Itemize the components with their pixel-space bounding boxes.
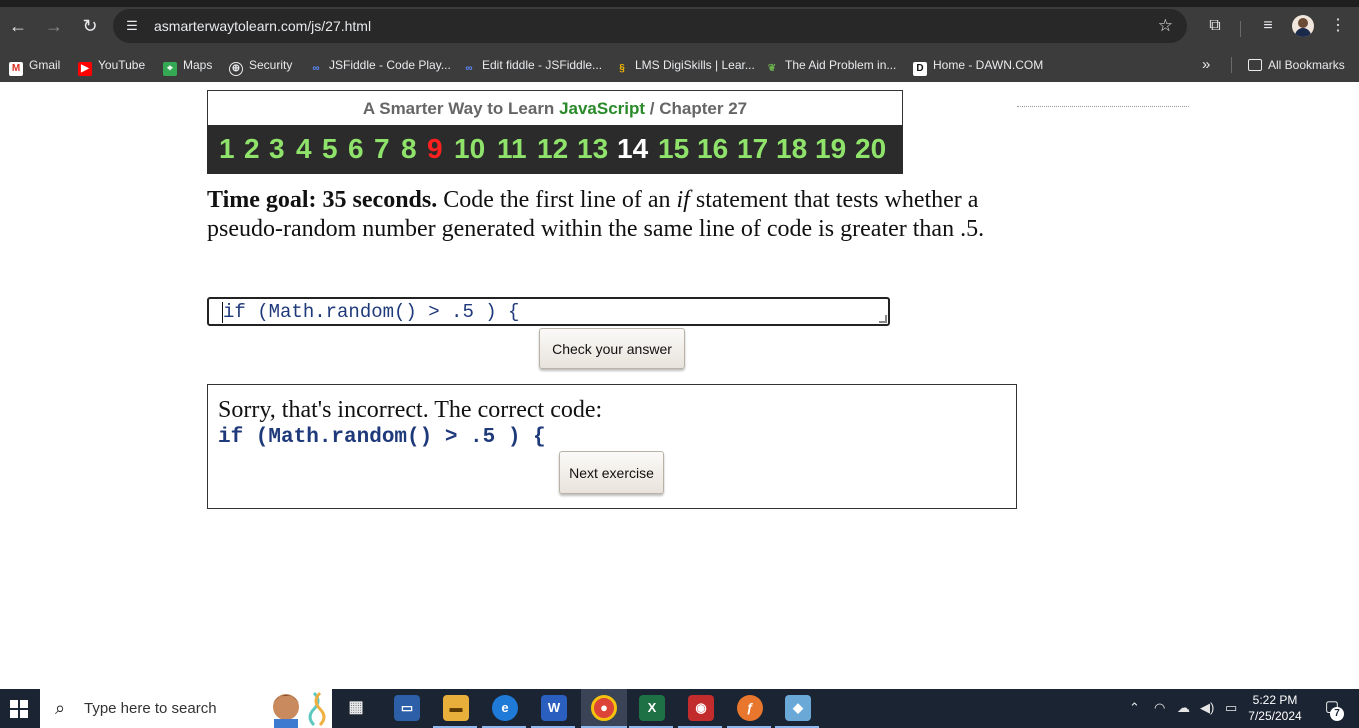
bookmark-security[interactable]: ⊕ Security [229,56,292,76]
jsfiddle-icon: ∞ [465,63,473,74]
clock[interactable]: 5:22 PM 7/25/2024 [1240,692,1310,724]
chapter-link-8[interactable]: 8 [401,133,417,165]
answer-input[interactable]: if (Math.random() > .5 ) { [207,297,890,326]
address-bar[interactable]: ☰ asmarterwaytolearn.com/js/27.html ☆ [113,9,1187,43]
reload-icon[interactable]: ↻ [78,14,102,38]
leaf-icon: ❦ [767,63,777,74]
search-icon: ⌕ [55,698,66,718]
chapter-link-19[interactable]: 19 [815,133,846,165]
chapter-link-10[interactable]: 10 [454,133,485,165]
firefox-icon[interactable]: ƒ [737,695,763,721]
search-placeholder[interactable]: Type here to search [84,699,217,719]
back-arrow-icon[interactable]: ← [6,14,30,38]
chapter-navigation: 1 2 3 4 5 6 7 8 9 10 11 12 13 14 15 16 17 18 19 20 [207,125,903,174]
bookmark-aid-problem[interactable]: ❦ The Aid Problem in... [765,56,897,74]
volume-icon[interactable]: ◀) [1200,699,1214,717]
bookmark-dawn[interactable]: D Home - DAWN.COM [913,56,1043,76]
bookmark-star-icon[interactable]: ☆ [1158,15,1173,37]
task-view-icon[interactable]: ▦ [343,695,369,721]
edge-icon[interactable]: e [492,695,518,721]
chapter-link-20[interactable]: 20 [855,133,886,165]
search-highlight-illustration-icon [273,691,326,728]
dawn-icon: D [913,62,927,76]
bookmarks-divider [1231,57,1232,73]
bookmark-maps[interactable]: ⌖ Maps [163,56,212,76]
chapter-link-13[interactable]: 13 [577,133,608,165]
bookmark-edit-fiddle[interactable]: ∞ Edit fiddle - JSFiddle... [462,56,602,74]
next-exercise-button[interactable]: Next exercise [559,451,664,494]
toolbar-divider [1240,21,1241,37]
taskbar-search[interactable]: ⌕ Type here to search [40,689,332,728]
chapter-link-12[interactable]: 12 [537,133,568,165]
digiskills-icon: § [619,63,625,74]
bookmark-youtube[interactable]: ▶ YouTube [78,56,145,76]
folder-icon [1248,59,1262,71]
chapter-link-15[interactable]: 15 [658,133,689,165]
chapter-link-16[interactable]: 16 [697,133,728,165]
chapter-link-3[interactable]: 3 [269,133,285,165]
chapter-link-9[interactable]: 9 [427,133,443,165]
chapter-link-5[interactable]: 5 [322,133,338,165]
notification-count-badge: 7 [1330,707,1344,721]
chapter-link-14[interactable]: 14 [617,133,648,165]
exercise-instructions: Time goal: 35 seconds. Code the first li… [207,187,985,242]
youtube-icon: ▶ [78,62,92,76]
more-bookmarks-button[interactable]: » [1202,56,1210,74]
notes-app-icon[interactable]: ◆ [785,695,811,721]
chapter-link-17[interactable]: 17 [737,133,768,165]
all-bookmarks-button[interactable]: All Bookmarks [1248,56,1345,74]
bookmark-digiskills[interactable]: § LMS DigiSkills | Lear... [615,56,755,74]
file-explorer-icon[interactable]: ▬ [443,695,469,721]
resize-grip-icon[interactable] [879,315,887,323]
bookmark-gmail[interactable]: M Gmail [9,56,60,76]
browser-toolbar: ← → ↻ ☰ asmarterwaytolearn.com/js/27.htm… [0,0,1359,48]
chapter-link-7[interactable]: 7 [374,133,390,165]
extensions-icon[interactable]: ⧉ [1203,14,1227,38]
javascript-link[interactable]: JavaScript [559,99,645,118]
text-caret [222,302,223,323]
chapter-link-1[interactable]: 1 [219,133,235,165]
chapter-link-4[interactable]: 4 [296,133,312,165]
maps-icon: ⌖ [163,62,177,76]
windows-taskbar: ⌕ Type here to search ▦ ▭ ▬ e W ● X ◉ ƒ … [0,689,1359,728]
excel-icon[interactable]: X [639,695,665,721]
chevron-up-icon[interactable]: ⌃ [1129,699,1140,717]
page-title: A Smarter Way to Learn JavaScript / Chap… [207,90,903,125]
chapter-link-2[interactable]: 2 [244,133,260,165]
answer-input-value[interactable]: if (Math.random() > .5 ) { [223,301,519,323]
decorative-dotted-line [1017,106,1189,107]
site-info-icon[interactable]: ☰ [123,17,141,35]
chapter-link-18[interactable]: 18 [776,133,807,165]
globe-icon: ⊕ [229,62,243,76]
battery-icon[interactable]: ▭ [1225,699,1237,717]
chapter-link-11[interactable]: 11 [497,133,527,165]
chapter-link-6[interactable]: 6 [348,133,364,165]
network-icon[interactable]: ◠ [1154,699,1165,717]
profile-avatar[interactable] [1292,15,1314,37]
feedback-message: Sorry, that's incorrect. The correct cod… [218,397,603,423]
reading-list-icon[interactable]: ≡ [1256,14,1280,38]
windows-start-icon[interactable] [10,700,28,718]
gmail-icon: M [9,62,23,76]
correct-code: if (Math.random() > .5 ) { [218,426,546,449]
menu-kebab-icon[interactable]: ⋮ [1326,14,1350,38]
word-icon[interactable]: W [541,695,567,721]
bookmarks-bar: M Gmail ▶ YouTube ⌖ Maps ⊕ Security ∞ JSFiddl… [0,48,1359,82]
chrome-icon[interactable]: ● [591,695,617,721]
url-text[interactable]: asmarterwaytolearn.com/js/27.html [154,16,371,36]
remote-desktop-icon[interactable]: ▭ [394,695,420,721]
cloud-icon[interactable]: ☁ [1177,699,1190,717]
bookmark-jsfiddle[interactable]: ∞ JSFiddle - Code Play... [309,56,450,74]
check-answer-button[interactable]: Check your answer [539,328,685,369]
forward-arrow-icon[interactable]: → [42,14,66,38]
jsfiddle-icon: ∞ [312,63,320,74]
camera-recorder-icon[interactable]: ◉ [688,695,714,721]
